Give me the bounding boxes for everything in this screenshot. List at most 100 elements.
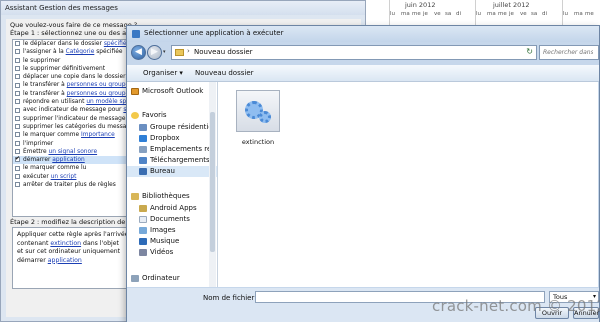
action-list-item[interactable]: le déplacer dans le dossier spécifié [13,40,135,48]
action-checkbox[interactable] [15,173,20,179]
file-item[interactable]: extinction [232,90,284,162]
nav-item-groupe-r-sidentie[interactable]: Groupe résidentie [127,122,217,133]
action-list-item[interactable]: déplacer une copie dans le dossier spéc [13,73,135,81]
action-checkbox[interactable] [15,107,20,113]
breadcrumb-separator-icon[interactable]: › [187,47,190,55]
history-dropdown-icon[interactable]: ▾ [163,49,166,55]
action-text: l'assigner à la [23,49,66,56]
action-list-item[interactable]: l'assigner à la Catégorie spécifiée [13,48,135,56]
calendar-day-label: me [412,11,421,17]
action-list-item[interactable]: le transférer à personnes ou groupe pu [13,90,135,98]
nav-item-microsoft-outlook[interactable]: Microsoft Outlook [127,86,217,97]
calendar-day-label: lu [390,11,396,17]
action-checkbox[interactable] [15,49,20,55]
address-bar[interactable]: › Nouveau dossier ↻ [171,45,537,60]
description-text: et sur cet ordinateur uniquement [17,248,121,255]
organize-menu-button[interactable]: Organiser ▾ [143,69,183,77]
file-name-label: extinction [241,138,275,146]
nav-item-dropbox[interactable]: Dropbox [127,133,217,144]
new-folder-button[interactable]: Nouveau dossier [195,69,254,77]
dropbox-icon [139,135,147,142]
nav-scrollbar[interactable] [209,82,216,287]
outlook-icon [131,88,139,95]
action-link[interactable]: spécifié [104,41,127,47]
action-list-item[interactable]: le supprimer définitivement [13,65,135,73]
nav-item-musique[interactable]: Musique [127,236,217,247]
action-list-item[interactable]: avec indicateur de message pour suivi [13,106,135,114]
action-text-suffix: spécifiée [94,49,123,56]
action-link[interactable]: application [52,157,85,163]
videos-icon [139,249,147,256]
action-list-item[interactable]: répondre en utilisant un modèle spécifi [13,98,135,106]
back-button[interactable]: ◀ [131,45,146,60]
action-list-item[interactable]: Émettre un signal sonore [13,148,135,156]
actions-list[interactable]: le déplacer dans le dossier spécifié l'as… [12,39,136,217]
calendar-day-label: ma [401,11,410,17]
forward-button[interactable]: ▶ [147,45,162,60]
breadcrumb-current-folder[interactable]: Nouveau dossier [194,48,253,56]
action-checkbox[interactable] [15,90,20,96]
nav-scrollbar-thumb[interactable] [210,112,215,252]
nav-item-images[interactable]: Images [127,225,217,236]
action-checkbox[interactable] [15,99,20,105]
nav-item-emplacements-r-[interactable]: Emplacements ré [127,144,217,155]
nav-item-vid-os[interactable]: Vidéos [127,247,217,258]
action-list-item[interactable]: le transférer à personnes ou groupe pu [13,81,135,89]
action-checkbox[interactable] [15,182,20,188]
calendar-day-label: lu [563,11,569,17]
nav-item-label: Téléchargements [150,156,210,164]
action-list-item[interactable]: le marquer comme Importance [13,131,135,139]
nav-item-favoris[interactable]: Favoris [127,110,217,121]
search-input[interactable] [540,46,593,59]
nav-item-label: Microsoft Outlook [142,87,204,95]
action-checkbox[interactable] [15,165,20,171]
action-link[interactable]: un script [51,174,77,180]
action-list-item[interactable]: supprimer les catégories du message [13,123,135,131]
calendar-day-label: ma [487,11,496,17]
nav-item-bureau[interactable]: Bureau [127,166,217,177]
action-link[interactable]: Catégorie [66,49,95,55]
action-checkbox[interactable] [15,82,20,88]
dialog-titlebar: Sélectionner une application à exécuter [127,26,599,42]
action-text: supprimer l'indicateur de message [23,115,126,122]
action-list-item[interactable]: l'imprimer [13,140,135,148]
action-checkbox[interactable] [15,149,20,155]
action-checkbox[interactable] [15,155,20,164]
description-link[interactable]: application [48,257,82,264]
action-list-item[interactable]: exécuter un script [13,173,135,181]
action-checkbox[interactable] [15,41,20,47]
calendar-day-label: sa [531,11,538,17]
action-list-item[interactable]: supprimer l'indicateur de message [13,115,135,123]
search-box[interactable] [539,45,599,60]
action-checkbox[interactable] [15,57,20,63]
nav-item-t-l-chargements[interactable]: Téléchargements [127,155,217,166]
action-list-item[interactable]: arrêter de traiter plus de règles [13,181,135,189]
nav-item-label: Dropbox [150,134,180,142]
action-text: supprimer les catégories du message [23,123,134,130]
action-text: le transférer à [23,90,67,97]
dialog-toolbar: Organiser ▾ Nouveau dossier [127,65,599,82]
nav-item-android-apps[interactable]: Android Apps [127,203,217,214]
action-text: le déplacer dans le dossier [23,41,104,47]
description-link[interactable]: extinction [50,240,81,247]
action-list-item[interactable]: le supprimer [13,57,135,65]
action-list-item[interactable]: démarrer application [13,155,135,165]
action-checkbox[interactable] [15,115,20,121]
action-text: répondre en utilisant [23,99,87,106]
watermark: crack-net.com © 2012 [432,297,600,315]
refresh-icon[interactable]: ↻ [526,47,533,56]
action-link[interactable]: un signal sonore [49,149,98,155]
nav-item-ordinateur[interactable]: Ordinateur [127,273,217,284]
action-link[interactable]: Importance [81,132,115,138]
nav-item-biblioth-ques[interactable]: Bibliothèques [127,191,217,202]
action-checkbox[interactable] [15,132,20,138]
nav-item-label: Images [150,226,176,234]
action-checkbox[interactable] [15,74,20,80]
nav-item-documents[interactable]: Documents [127,214,217,225]
action-list-item[interactable]: le marquer comme lu [13,164,135,172]
description-text: Appliquer cette règle après l'arrivée du… [17,231,134,238]
library-icon [131,193,139,200]
action-checkbox[interactable] [15,140,20,146]
action-checkbox[interactable] [15,66,20,72]
action-checkbox[interactable] [15,124,20,130]
